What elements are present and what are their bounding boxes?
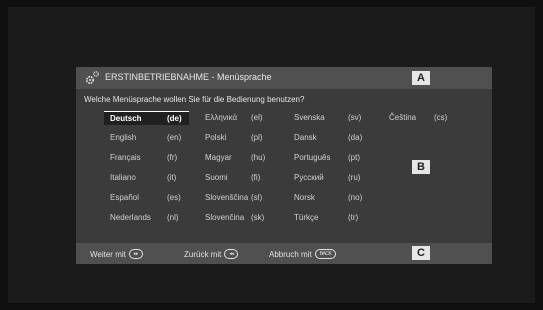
language-name: Türkçe [294, 213, 319, 222]
cancel-label: Abbruch mit [269, 249, 312, 259]
language-name: Slovenščina [205, 193, 249, 202]
language-option[interactable]: Türkçe (tr) [288, 211, 368, 224]
language-option[interactable]: Nederlands (nl) [104, 211, 189, 224]
language-option[interactable]: Svenska (sv) [288, 111, 368, 124]
language-name: English [110, 133, 137, 142]
setup-dialog: ERSTINBETRIEBNAHME - Menüsprache A Welch… [76, 67, 492, 264]
forward-key-icon: ▸▸ [128, 249, 143, 259]
language-code: (sl) [251, 193, 263, 202]
language-code: (it) [167, 173, 177, 182]
language-name: Deutsch [110, 114, 142, 123]
language-name: Français [110, 153, 141, 162]
language-option[interactable]: English (en) [104, 131, 189, 144]
language-code: (sv) [348, 113, 362, 122]
language-code: (fi) [251, 173, 261, 182]
language-name: Čeština [389, 113, 417, 122]
language-code: (pt) [348, 153, 360, 162]
gear-icon [85, 71, 99, 85]
language-option[interactable]: Norsk (no) [288, 191, 368, 204]
language-name: Ελληνικά [205, 113, 238, 122]
marker-c: C [412, 246, 430, 260]
language-name: Português [294, 153, 331, 162]
language-code: (da) [348, 133, 363, 142]
language-name: Suomi [205, 173, 228, 182]
language-name: Slovenčina [205, 213, 245, 222]
language-option[interactable]: Dansk (da) [288, 131, 368, 144]
question-text: Welche Menüsprache wollen Sie für die Be… [84, 95, 305, 104]
language-code: (ru) [348, 173, 361, 182]
language-option[interactable]: Slovenčina (sk) [199, 211, 279, 224]
back-key-icon: BACK [314, 249, 337, 259]
language-code: (hu) [251, 153, 266, 162]
language-option[interactable]: Slovenščina (sl) [199, 191, 279, 204]
language-name: Magyar [205, 153, 232, 162]
language-option[interactable]: Magyar (hu) [199, 151, 279, 164]
language-code: (fr) [167, 153, 178, 162]
next-label: Weiter mit [90, 249, 126, 259]
language-code: (nl) [167, 213, 179, 222]
language-code: (no) [348, 193, 363, 202]
back-hint[interactable]: Zurück mit ◂◂ [184, 249, 239, 259]
language-name: Italiano [110, 173, 136, 182]
language-name: Español [110, 193, 139, 202]
language-option[interactable]: Русский (ru) [288, 171, 368, 184]
marker-b: B [412, 160, 430, 174]
language-option[interactable]: Português (pt) [288, 151, 368, 164]
language-code: (cs) [434, 113, 448, 122]
language-option[interactable]: Italiano (it) [104, 171, 189, 184]
language-option[interactable]: Suomi (fi) [199, 171, 279, 184]
language-code: (pl) [251, 133, 263, 142]
language-name: Русский [294, 173, 324, 182]
tv-screen: ERSTINBETRIEBNAHME - Menüsprache A Welch… [8, 7, 535, 303]
language-grid: Deutsch (de) English (en) Français (fr) Italia… [104, 111, 484, 237]
language-option[interactable]: Polski (pl) [199, 131, 279, 144]
language-option[interactable]: Français (fr) [104, 151, 189, 164]
language-option[interactable]: Ελληνικά (el) [199, 111, 279, 124]
back-label: Zurück mit [184, 249, 222, 259]
language-code: (en) [167, 133, 182, 142]
language-code: (sk) [251, 213, 265, 222]
language-option[interactable]: Español (es) [104, 191, 189, 204]
language-name: Dansk [294, 133, 317, 142]
language-code: (el) [251, 113, 263, 122]
next-hint[interactable]: Weiter mit ▸▸ [90, 249, 143, 259]
rewind-key-icon: ◂◂ [224, 249, 239, 259]
language-name: Svenska [294, 113, 325, 122]
language-code: (de) [167, 114, 182, 123]
language-code: (es) [167, 193, 181, 202]
language-name: Norsk [294, 193, 315, 202]
language-option[interactable]: Deutsch (de) [104, 111, 189, 125]
language-name: Polski [205, 133, 227, 142]
footer-bar: Weiter mit ▸▸ Zurück mit ◂◂ Abbruch mit … [76, 243, 492, 264]
dialog-title: ERSTINBETRIEBNAHME - Menüsprache [105, 72, 272, 82]
language-code: (tr) [348, 213, 359, 222]
language-option[interactable]: Čeština (cs) [383, 111, 463, 124]
marker-a: A [412, 71, 430, 85]
language-name: Nederlands [110, 213, 151, 222]
cancel-hint[interactable]: Abbruch mit BACK [269, 249, 337, 259]
